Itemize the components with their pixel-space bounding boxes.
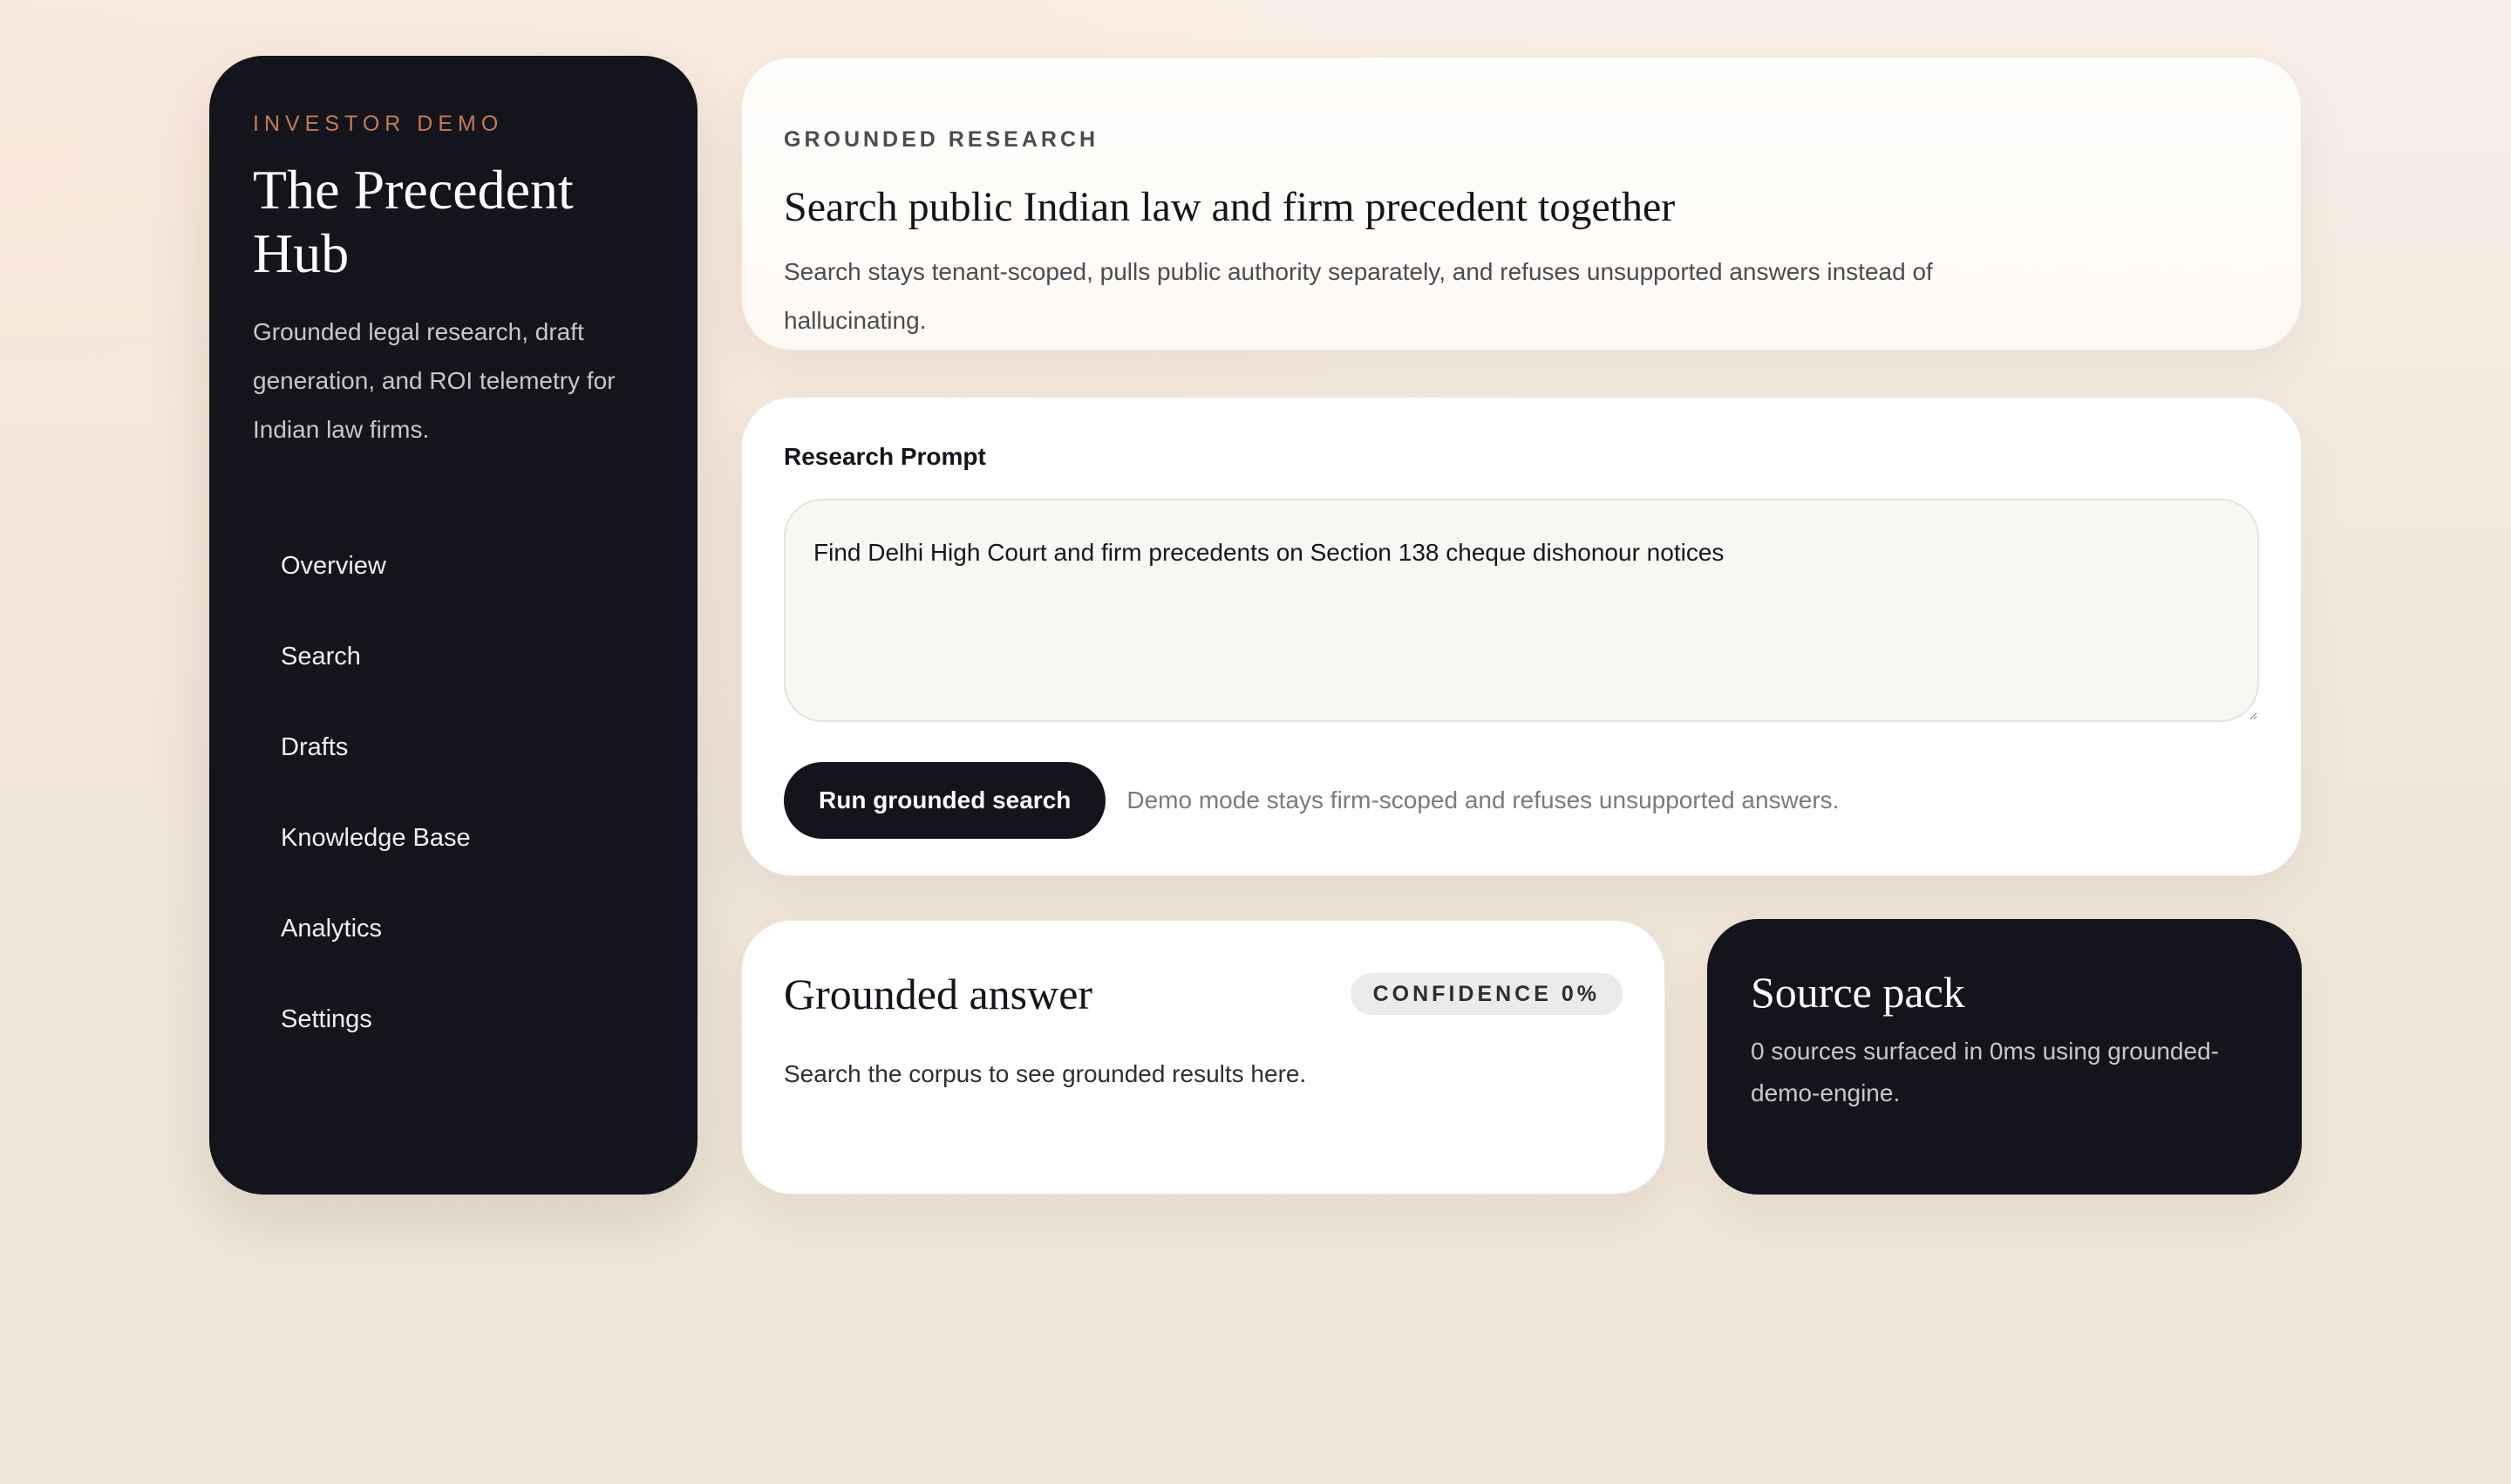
- source-pack-title: Source pack: [1751, 968, 1965, 1017]
- research-prompt-input[interactable]: [784, 499, 2259, 722]
- sidebar-item-knowledge-base[interactable]: Knowledge Base: [253, 793, 654, 883]
- prompt-actions: Run grounded search Demo mode stays firm…: [784, 762, 2259, 839]
- sidebar-item-settings[interactable]: Settings: [253, 974, 654, 1065]
- brand-title: The Precedent Hub: [253, 159, 574, 284]
- research-prompt-card: Research Prompt Run grounded search Demo…: [741, 397, 2302, 876]
- prompt-hint: Demo mode stays firm-scoped and refuses …: [1126, 786, 1840, 813]
- answer-header: Grounded answer CONFIDENCE 0%: [784, 966, 1623, 1022]
- hero-description: Search stays tenant-scoped, pulls public…: [784, 258, 1933, 334]
- grounded-answer-card: Grounded answer CONFIDENCE 0% Search the…: [741, 920, 1665, 1195]
- hero-card: GROUNDED RESEARCH Search public Indian l…: [741, 57, 2302, 351]
- sidebar-item-drafts[interactable]: Drafts: [253, 702, 654, 793]
- sidebar-item-analytics[interactable]: Analytics: [253, 883, 654, 974]
- sidebar-nav: Overview Search Drafts Knowledge Base An…: [253, 521, 654, 1065]
- sidebar: INVESTOR DEMO The Precedent Hub Grounded…: [209, 56, 698, 1195]
- sidebar-item-overview[interactable]: Overview: [253, 521, 654, 611]
- sidebar-eyebrow: INVESTOR DEMO: [253, 112, 504, 136]
- sidebar-item-search[interactable]: Search: [253, 611, 654, 702]
- page-title: Search public Indian law and firm preced…: [784, 184, 1676, 230]
- brand-description: Grounded legal research, draft generatio…: [253, 318, 616, 443]
- source-pack-card: Source pack 0 sources surfaced in 0ms us…: [1707, 919, 2302, 1195]
- source-pack-summary: 0 sources surfaced in 0ms using grounded…: [1751, 1038, 2219, 1106]
- run-grounded-search-button[interactable]: Run grounded search: [784, 762, 1106, 839]
- grounded-answer-body: Search the corpus to see grounded result…: [784, 1060, 1307, 1087]
- confidence-badge: CONFIDENCE 0%: [1350, 973, 1623, 1015]
- hero-eyebrow: GROUNDED RESEARCH: [784, 127, 1099, 152]
- grounded-answer-title: Grounded answer: [784, 970, 1093, 1018]
- research-prompt-label: Research Prompt: [784, 443, 986, 470]
